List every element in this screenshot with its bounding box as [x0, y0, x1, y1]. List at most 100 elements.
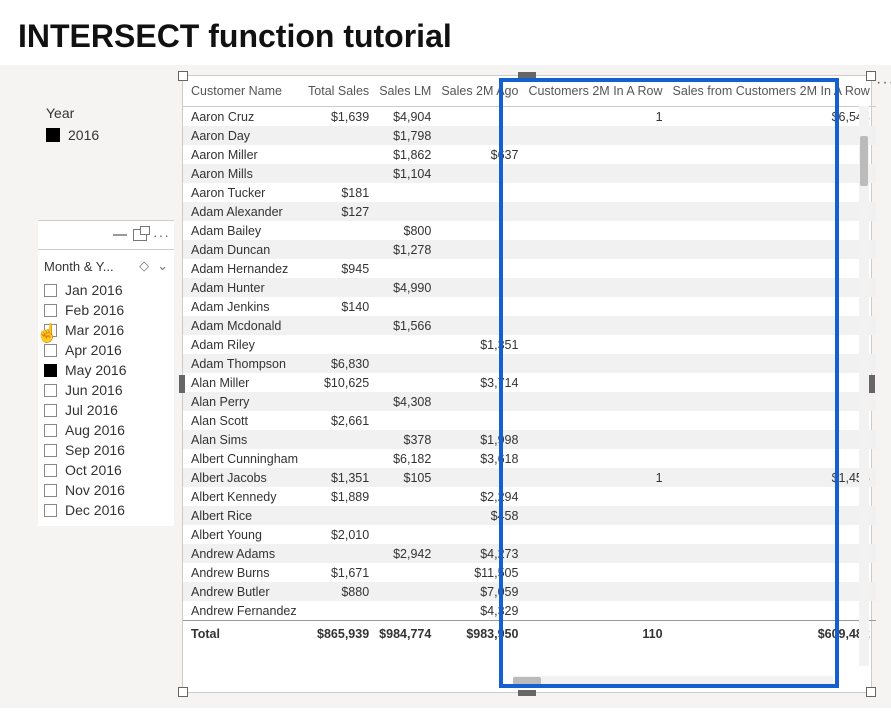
table-cell: $7,059 [437, 582, 524, 601]
table-row[interactable]: Andrew Butler$880$7,059 [183, 582, 876, 601]
checkbox-icon[interactable] [44, 424, 57, 437]
col-header[interactable]: Sales from Customers 2M In A Row [669, 76, 876, 107]
focus-mode-icon[interactable] [133, 229, 147, 241]
table-row[interactable]: Adam Jenkins$140 [183, 297, 876, 316]
table-row[interactable]: Adam Mcdonald$1,566 [183, 316, 876, 335]
table-row[interactable]: Aaron Day$1,798 [183, 126, 876, 145]
checkbox-icon[interactable] [44, 324, 57, 337]
table-row[interactable]: Alan Perry$4,308 [183, 392, 876, 411]
month-slicer-item[interactable]: May 2016 [44, 360, 170, 380]
table-cell [304, 240, 375, 259]
month-slicer-item[interactable]: Sep 2016 [44, 440, 170, 460]
vertical-scrollbar[interactable] [859, 106, 869, 666]
table-row[interactable]: Adam Alexander$127 [183, 202, 876, 221]
more-options-icon[interactable]: ··· [153, 227, 170, 243]
month-slicer-item-label: Feb 2016 [65, 302, 124, 318]
table-cell: $4,273 [437, 544, 524, 563]
table-row[interactable]: Aaron Tucker$181 [183, 183, 876, 202]
table-row[interactable]: Andrew Fernandez$4,329 [183, 601, 876, 621]
table-row[interactable]: Aaron Miller$1,862$637 [183, 145, 876, 164]
table-row[interactable]: Adam Duncan$1,278 [183, 240, 876, 259]
resize-handle[interactable] [179, 375, 185, 393]
table-row[interactable]: Alan Miller$10,625$3,714 [183, 373, 876, 392]
year-slicer-item[interactable]: 2016 [46, 127, 99, 143]
month-slicer-item[interactable]: Nov 2016 [44, 480, 170, 500]
checkbox-icon[interactable] [44, 304, 57, 317]
drag-handle-icon[interactable] [113, 234, 127, 236]
scroll-thumb[interactable] [860, 136, 868, 186]
table-cell [669, 183, 876, 202]
table-row[interactable]: Adam Bailey$800 [183, 221, 876, 240]
resize-handle[interactable] [178, 71, 188, 81]
month-slicer[interactable]: ··· Month & Y... ◇ ⌄ Jan 2016 Feb 2016 Mar… [38, 220, 174, 526]
visual-more-options-icon[interactable]: ··· [876, 74, 891, 92]
month-slicer-item-label: Oct 2016 [65, 462, 122, 478]
table-cell: Albert Young [183, 525, 304, 544]
table-cell [524, 525, 668, 544]
checkbox-checked-icon[interactable] [44, 364, 57, 377]
total-label: Total [183, 621, 304, 648]
table-cell: $637 [437, 145, 524, 164]
table-row[interactable]: Alan Sims$378$1,998 [183, 430, 876, 449]
month-slicer-header[interactable]: Month & Y... ◇ ⌄ [38, 254, 174, 280]
checkbox-icon[interactable] [44, 344, 57, 357]
resize-handle[interactable] [178, 687, 188, 697]
scroll-thumb[interactable] [513, 677, 541, 685]
table-row[interactable]: Alan Scott$2,661 [183, 411, 876, 430]
month-slicer-item-label: Aug 2016 [65, 422, 125, 438]
col-header[interactable]: Customer Name [183, 76, 304, 107]
resize-handle[interactable] [866, 71, 876, 81]
chevron-down-icon[interactable]: ⌄ [157, 258, 168, 274]
checkbox-icon[interactable] [44, 444, 57, 457]
resize-handle[interactable] [518, 72, 536, 78]
col-header[interactable]: Sales 2M Ago [437, 76, 524, 107]
table-cell [524, 145, 668, 164]
month-slicer-item[interactable]: Mar 2016 [44, 320, 170, 340]
month-slicer-item[interactable]: Apr 2016 [44, 340, 170, 360]
month-slicer-item[interactable]: Dec 2016 [44, 500, 170, 520]
table-row[interactable]: Andrew Burns$1,671$11,505 [183, 563, 876, 582]
resize-handle[interactable] [866, 687, 876, 697]
month-slicer-item[interactable]: Oct 2016 [44, 460, 170, 480]
checkbox-icon[interactable] [44, 504, 57, 517]
resize-handle[interactable] [518, 690, 536, 696]
table-row[interactable]: Adam Thompson$6,830 [183, 354, 876, 373]
table-cell: $127 [304, 202, 375, 221]
table-cell [669, 392, 876, 411]
month-slicer-item[interactable]: Jan 2016 [44, 280, 170, 300]
col-header[interactable]: Sales LM [375, 76, 437, 107]
table-row[interactable]: Albert Young$2,010 [183, 525, 876, 544]
month-slicer-item[interactable]: Feb 2016 [44, 300, 170, 320]
checkbox-icon[interactable] [44, 284, 57, 297]
checkbox-icon[interactable] [44, 484, 57, 497]
table-cell: Adam Hernandez [183, 259, 304, 278]
month-slicer-item[interactable]: Aug 2016 [44, 420, 170, 440]
table-row[interactable]: Aaron Mills$1,104 [183, 164, 876, 183]
month-slicer-item[interactable]: Jun 2016 [44, 380, 170, 400]
table-row[interactable]: Adam Hunter$4,990 [183, 278, 876, 297]
table-cell [524, 278, 668, 297]
table-row[interactable]: Aaron Cruz$1,639$4,9041$6,543 [183, 107, 876, 127]
table-row[interactable]: Albert Cunningham$6,182$3,618 [183, 449, 876, 468]
horizontal-scrollbar[interactable] [513, 676, 833, 686]
table-row[interactable]: Albert Jacobs$1,351$1051$1,456 [183, 468, 876, 487]
table-row[interactable]: Albert Kennedy$1,889$2,294 [183, 487, 876, 506]
eraser-icon[interactable]: ◇ [139, 258, 149, 274]
table-cell [375, 335, 437, 354]
table-visual[interactable]: ··· Customer Name Total Sales Sales LM S… [182, 75, 872, 693]
table-row[interactable]: Albert Rice$458 [183, 506, 876, 525]
page-title: INTERSECT function tutorial [0, 0, 891, 65]
table-row[interactable]: Adam Riley$1,351 [183, 335, 876, 354]
col-header[interactable]: Customers 2M In A Row [524, 76, 668, 107]
checkbox-icon[interactable] [44, 384, 57, 397]
resize-handle[interactable] [869, 375, 875, 393]
table-row[interactable]: Andrew Adams$2,942$4,273 [183, 544, 876, 563]
col-header[interactable]: Total Sales [304, 76, 375, 107]
month-slicer-item-label: Sep 2016 [65, 442, 125, 458]
table-row[interactable]: Adam Hernandez$945 [183, 259, 876, 278]
month-slicer-item[interactable]: Jul 2016 [44, 400, 170, 420]
table-cell: Adam Bailey [183, 221, 304, 240]
year-slicer[interactable]: Year 2016 [46, 105, 99, 143]
checkbox-icon[interactable] [44, 464, 57, 477]
checkbox-icon[interactable] [44, 404, 57, 417]
